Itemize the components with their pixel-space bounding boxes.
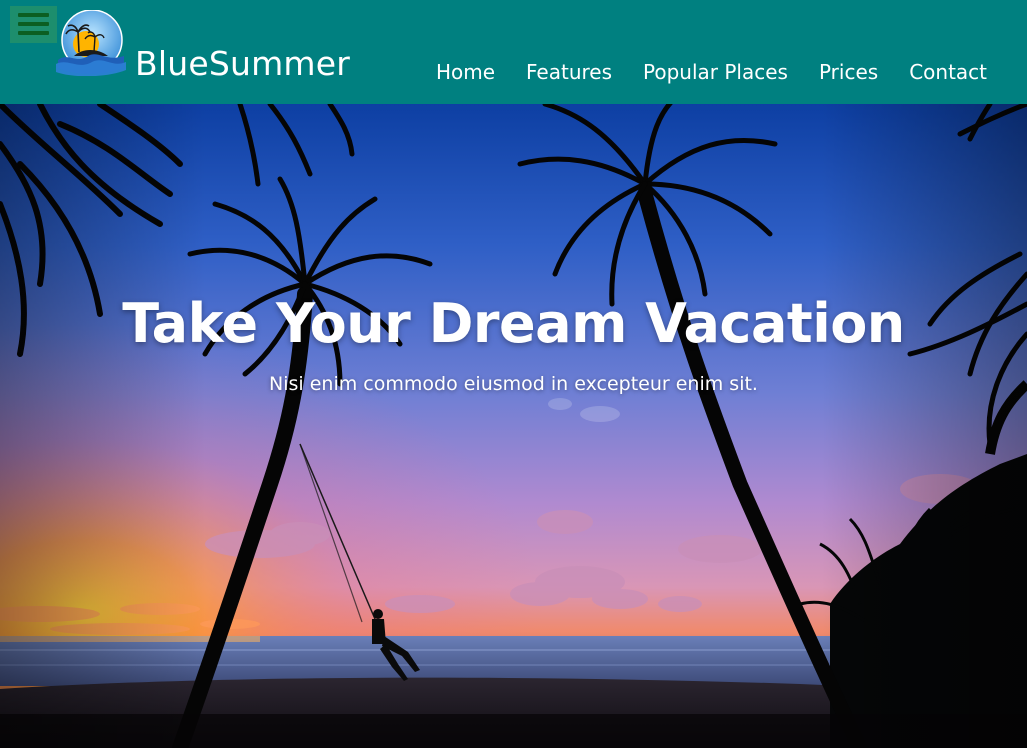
nav-prices[interactable]: Prices: [819, 58, 878, 86]
nav-popular-places[interactable]: Popular Places: [643, 58, 788, 86]
main-nav: Home Features Popular Places Prices Cont…: [405, 58, 987, 86]
site-header: BlueSummer Home Features Popular Places …: [0, 0, 1027, 104]
nav-home[interactable]: Home: [436, 58, 495, 86]
landing-page: BlueSummer Home Features Popular Places …: [0, 0, 1027, 748]
hero-title: Take Your Dream Vacation: [122, 292, 905, 355]
palm-island-logo[interactable]: [54, 10, 128, 76]
nav-features[interactable]: Features: [526, 58, 612, 86]
hero-section: Take Your Dream Vacation Nisi enim commo…: [0, 104, 1027, 748]
hamburger-menu-icon[interactable]: [10, 6, 57, 43]
nav-contact[interactable]: Contact: [909, 58, 987, 86]
hero-background-image: [0, 104, 1027, 748]
brand-name[interactable]: BlueSummer: [135, 44, 350, 84]
hero-subtitle: Nisi enim commodo eiusmod in excepteur e…: [269, 373, 758, 395]
